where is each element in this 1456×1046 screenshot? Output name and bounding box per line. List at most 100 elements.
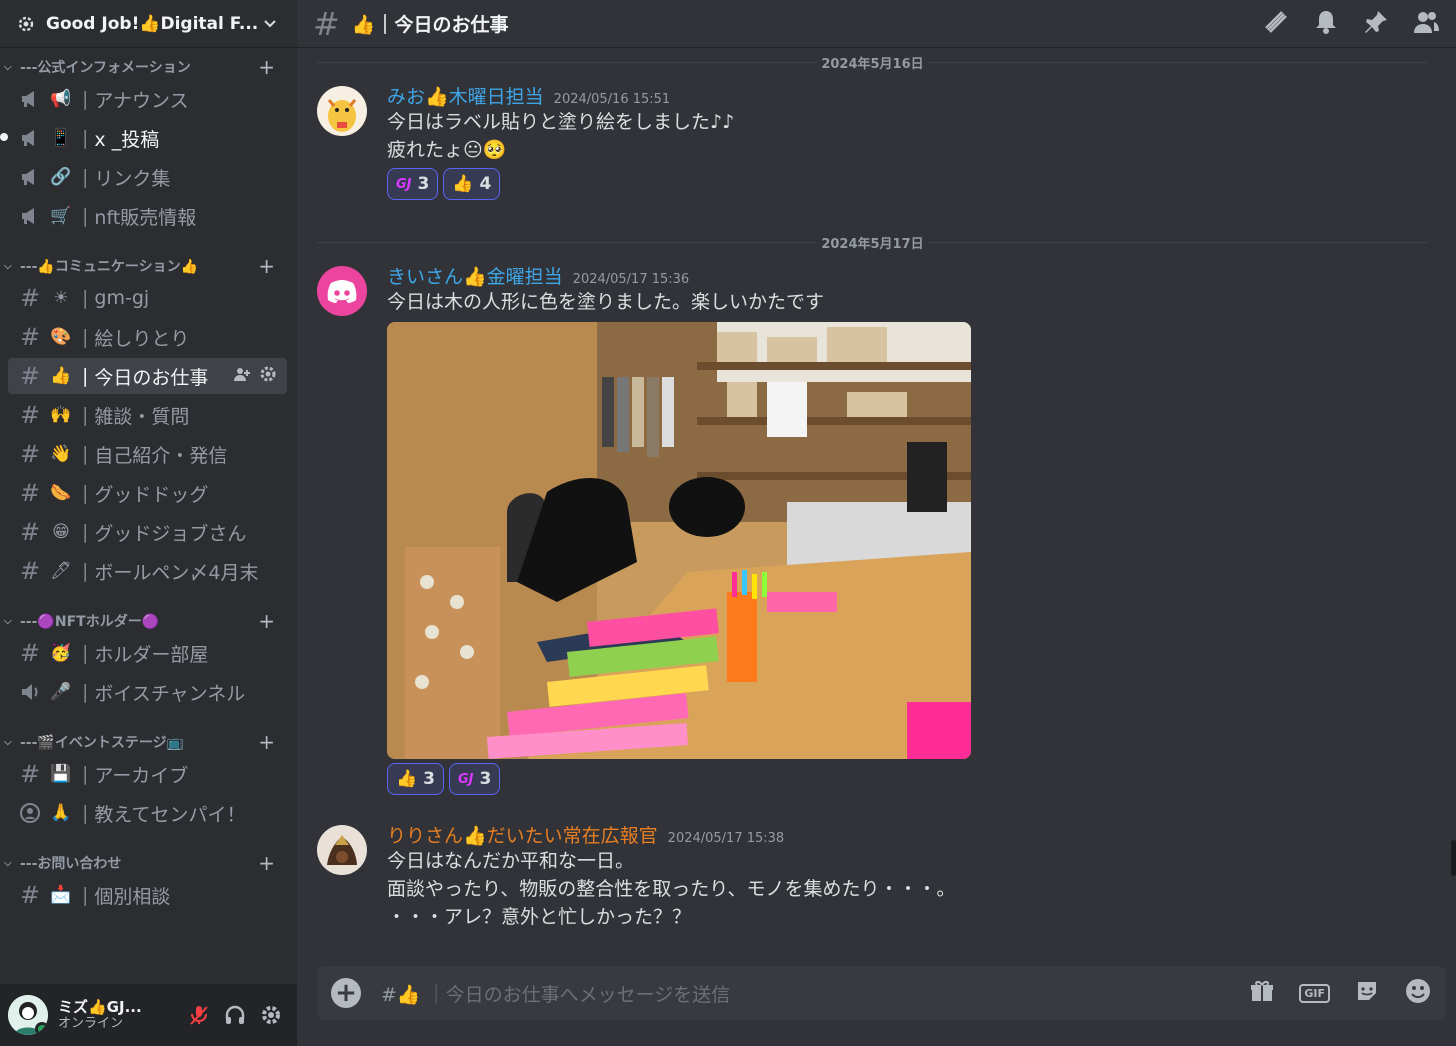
add-channel-icon[interactable]: +	[258, 254, 275, 278]
mic-muted-icon[interactable]	[181, 997, 217, 1033]
bell-icon[interactable]	[1312, 8, 1340, 40]
announcement-icon	[18, 165, 42, 189]
channel-todays-work[interactable]: # 👍 | 今日のお仕事	[8, 358, 287, 394]
channel-emoji: 🙌	[50, 405, 72, 425]
gif-icon[interactable]: GIF	[1299, 983, 1330, 1003]
message-text: 面談やったり、物販の整合性を取ったり、モノを集めたり・・・。	[387, 878, 956, 900]
channel-x-post[interactable]: 📱 | x _投稿	[0, 120, 287, 156]
category-label: ---公式インフォメーション	[20, 60, 191, 76]
username: ミズ👍GJ...	[58, 998, 142, 1017]
channel-archive[interactable]: # 💾 | アーカイブ	[8, 756, 287, 792]
date-divider: 2024年5月16日	[317, 48, 1428, 76]
unread-indicator	[0, 133, 8, 141]
category-nft-holder[interactable]: ⌵ ---🟣NFTホルダー🟣 +	[0, 609, 297, 633]
channel-name: 絵しりとり	[94, 327, 190, 350]
message: きいさん👍金曜担当 2024/05/17 15:36 今日は木の人形に色を塗りま…	[297, 262, 1456, 795]
channel-good-dog[interactable]: # 🌭 | グッドドッグ	[8, 475, 287, 511]
channel-name: アーカイブ	[94, 764, 189, 787]
emoji-icon[interactable]	[1404, 977, 1432, 1009]
channel-chat-questions[interactable]: # 🙌 | 雑談・質問	[8, 397, 287, 433]
channel-teach-senpai[interactable]: 🙏 | 教えてセンパイ！	[8, 795, 287, 831]
channel-emoji: 🥳	[50, 643, 72, 663]
reaction-gj[interactable]: GJ 3	[387, 168, 439, 200]
hash-icon: #	[19, 284, 41, 312]
channel-picture-shiritori[interactable]: # 🎨 | 絵しりとり	[8, 319, 287, 355]
category-label: ---🎬イベントステージ📺	[20, 735, 185, 751]
avatar[interactable]	[317, 86, 367, 136]
gift-icon[interactable]	[1249, 978, 1275, 1008]
category-contact[interactable]: ⌵ ---お問い合わせ +	[0, 851, 297, 875]
message-text: ・・・アレ？意外と忙しかった？？	[387, 906, 692, 928]
channel-name: 雑談・質問	[94, 405, 190, 428]
avatar[interactable]	[317, 825, 367, 875]
avatar[interactable]	[8, 995, 48, 1035]
channel-name: 自己紹介・発信	[94, 444, 228, 467]
member-list-icon[interactable]	[1412, 8, 1440, 40]
category-event-stage[interactable]: ⌵ ---🎬イベントステージ📺 +	[0, 730, 297, 754]
channel-self-intro[interactable]: # 👋 | 自己紹介・発信	[8, 436, 287, 472]
server-settings-icon	[16, 14, 36, 34]
add-channel-icon[interactable]: +	[258, 609, 275, 633]
hash-icon: #	[19, 479, 41, 507]
category-official-info[interactable]: ⌵ ---公式インフォメーション +	[0, 56, 297, 79]
online-status-dot	[35, 1022, 48, 1035]
channel-sidebar: Good Job!👍Digital F... ⌵ ---公式インフォメーション …	[0, 0, 297, 1046]
channel-voice[interactable]: 🎤 | ボイスチャンネル	[8, 674, 287, 710]
message-text: 疲れたょ😐🥺	[387, 139, 507, 161]
invite-member-icon[interactable]	[233, 365, 251, 387]
channel-header: # 👍｜今日のお仕事	[297, 0, 1456, 48]
channel-gm-gj[interactable]: # ☀ | gm-gj	[8, 280, 287, 316]
hash-icon: #	[19, 760, 41, 788]
message-composer: + #👍 ｜今日のお仕事へメッセージを送信 GIF	[317, 966, 1446, 1020]
sticker-icon[interactable]	[1354, 978, 1380, 1008]
threads-icon[interactable]	[1262, 8, 1290, 40]
channel-links[interactable]: 🔗 | リンク集	[8, 159, 287, 195]
chevron-down-icon: ⌵	[4, 857, 12, 869]
message-input[interactable]: #👍 ｜今日のお仕事へメッセージを送信	[381, 980, 1249, 1007]
gear-icon[interactable]	[253, 997, 289, 1033]
user-panel: ミズ👍GJ... オンライン	[0, 984, 297, 1046]
add-attachment-icon[interactable]: +	[331, 978, 361, 1008]
author-name[interactable]: きいさん👍金曜担当	[387, 262, 563, 289]
add-channel-icon[interactable]: +	[258, 730, 275, 754]
user-status: オンライン	[58, 1016, 124, 1032]
attached-photo[interactable]	[387, 322, 971, 759]
channel-name: 個別相談	[94, 885, 171, 908]
headphones-icon[interactable]	[217, 997, 253, 1033]
scrollbar[interactable]	[1451, 840, 1456, 876]
category-communication[interactable]: ⌵ ---👍コミュニケーション👍 +	[0, 254, 297, 278]
channel-emoji: 🌭	[50, 483, 72, 503]
channel-individual-consult[interactable]: # 📩 | 個別相談	[8, 877, 287, 913]
channel-name: グッドドッグ	[94, 483, 209, 506]
message-text: 今日は木の人形に色を塗りました。楽しいかたです	[387, 291, 825, 313]
add-channel-icon[interactable]: +	[258, 851, 275, 875]
reaction-gj[interactable]: GJ 3	[449, 763, 501, 795]
reaction-thumbs-up[interactable]: 👍 3	[387, 763, 445, 795]
add-channel-icon[interactable]: +	[258, 56, 275, 79]
gear-icon[interactable]	[259, 365, 277, 387]
channel-name: グッドジョブさん	[94, 522, 247, 545]
message: りりさん👍だいたい常在広報官 2024/05/17 15:38 今日はなんだか平…	[297, 821, 1456, 931]
reaction-thumbs-up[interactable]: 👍 4	[443, 168, 501, 200]
avatar[interactable]	[317, 266, 367, 316]
channel-emoji: 📩	[50, 885, 72, 905]
announcement-icon	[18, 204, 42, 228]
channel-emoji: 👍	[50, 366, 72, 386]
message-text: 今日はなんだか平和な一日。	[387, 850, 635, 872]
channel-emoji: 🙏	[50, 803, 72, 823]
channel-holder-room[interactable]: # 🥳 | ホルダー部屋	[8, 635, 287, 671]
pin-icon[interactable]	[1362, 8, 1390, 40]
channel-announce[interactable]: 📢 | アナウンス	[8, 81, 287, 117]
channel-emoji: 🎨	[50, 327, 72, 347]
author-name[interactable]: みお👍木曜日担当	[387, 82, 544, 109]
announcement-icon	[18, 126, 42, 150]
timestamp: 2024/05/17 15:36	[572, 272, 690, 287]
timestamp: 2024/05/17 15:38	[667, 831, 785, 846]
channel-nft-sales[interactable]: 🛒 | nft販売情報	[8, 198, 287, 234]
message-list: 2024年5月16日 みお👍木曜日担当 2024/05/16 15:51 今日は…	[297, 48, 1456, 966]
channel-good-job-san[interactable]: # 😁 | グッドジョブさん	[8, 514, 287, 550]
author-name[interactable]: りりさん👍だいたい常在広報官	[387, 821, 658, 848]
category-label: ---お問い合わせ	[20, 856, 122, 872]
channel-ballpoint[interactable]: # 🖊 | ボールペン〆4月末	[8, 553, 287, 589]
server-header[interactable]: Good Job!👍Digital F...	[0, 0, 297, 48]
